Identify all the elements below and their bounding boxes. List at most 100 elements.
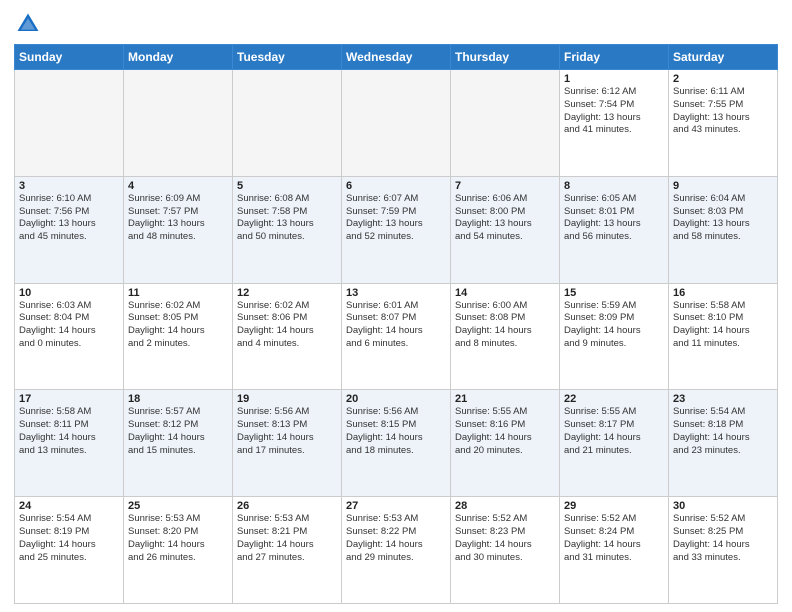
weekday-header-row: SundayMondayTuesdayWednesdayThursdayFrid…	[15, 45, 778, 70]
day-number: 5	[237, 180, 337, 192]
day-info: Sunrise: 5:53 AM Sunset: 8:22 PM Dayligh…	[346, 513, 446, 564]
calendar-week-row: 1Sunrise: 6:12 AM Sunset: 7:54 PM Daylig…	[15, 70, 778, 177]
calendar-cell	[15, 70, 124, 177]
calendar-cell: 25Sunrise: 5:53 AM Sunset: 8:20 PM Dayli…	[124, 497, 233, 604]
day-info: Sunrise: 6:07 AM Sunset: 7:59 PM Dayligh…	[346, 193, 446, 244]
day-number: 21	[455, 393, 555, 405]
calendar-cell	[233, 70, 342, 177]
day-info: Sunrise: 6:04 AM Sunset: 8:03 PM Dayligh…	[673, 193, 773, 244]
weekday-header-monday: Monday	[124, 45, 233, 70]
day-number: 10	[19, 287, 119, 299]
day-number: 1	[564, 73, 664, 85]
day-info: Sunrise: 6:06 AM Sunset: 8:00 PM Dayligh…	[455, 193, 555, 244]
day-info: Sunrise: 5:55 AM Sunset: 8:16 PM Dayligh…	[455, 406, 555, 457]
calendar-cell: 22Sunrise: 5:55 AM Sunset: 8:17 PM Dayli…	[560, 390, 669, 497]
calendar-cell: 20Sunrise: 5:56 AM Sunset: 8:15 PM Dayli…	[342, 390, 451, 497]
day-info: Sunrise: 6:00 AM Sunset: 8:08 PM Dayligh…	[455, 300, 555, 351]
day-info: Sunrise: 6:11 AM Sunset: 7:55 PM Dayligh…	[673, 86, 773, 137]
calendar-cell: 5Sunrise: 6:08 AM Sunset: 7:58 PM Daylig…	[233, 176, 342, 283]
calendar-week-row: 10Sunrise: 6:03 AM Sunset: 8:04 PM Dayli…	[15, 283, 778, 390]
day-number: 17	[19, 393, 119, 405]
day-number: 28	[455, 500, 555, 512]
day-number: 2	[673, 73, 773, 85]
day-number: 4	[128, 180, 228, 192]
day-number: 15	[564, 287, 664, 299]
logo	[14, 10, 44, 38]
calendar-cell: 18Sunrise: 5:57 AM Sunset: 8:12 PM Dayli…	[124, 390, 233, 497]
day-info: Sunrise: 5:59 AM Sunset: 8:09 PM Dayligh…	[564, 300, 664, 351]
calendar-cell: 21Sunrise: 5:55 AM Sunset: 8:16 PM Dayli…	[451, 390, 560, 497]
calendar-cell	[124, 70, 233, 177]
calendar-cell: 9Sunrise: 6:04 AM Sunset: 8:03 PM Daylig…	[669, 176, 778, 283]
day-info: Sunrise: 5:52 AM Sunset: 8:23 PM Dayligh…	[455, 513, 555, 564]
weekday-header-saturday: Saturday	[669, 45, 778, 70]
day-number: 30	[673, 500, 773, 512]
day-info: Sunrise: 6:03 AM Sunset: 8:04 PM Dayligh…	[19, 300, 119, 351]
weekday-header-thursday: Thursday	[451, 45, 560, 70]
calendar-cell: 15Sunrise: 5:59 AM Sunset: 8:09 PM Dayli…	[560, 283, 669, 390]
calendar-cell: 11Sunrise: 6:02 AM Sunset: 8:05 PM Dayli…	[124, 283, 233, 390]
day-number: 13	[346, 287, 446, 299]
day-number: 26	[237, 500, 337, 512]
calendar-cell: 28Sunrise: 5:52 AM Sunset: 8:23 PM Dayli…	[451, 497, 560, 604]
weekday-header-tuesday: Tuesday	[233, 45, 342, 70]
day-info: Sunrise: 5:53 AM Sunset: 8:21 PM Dayligh…	[237, 513, 337, 564]
calendar-cell: 8Sunrise: 6:05 AM Sunset: 8:01 PM Daylig…	[560, 176, 669, 283]
day-info: Sunrise: 5:52 AM Sunset: 8:24 PM Dayligh…	[564, 513, 664, 564]
day-number: 11	[128, 287, 228, 299]
calendar-cell: 2Sunrise: 6:11 AM Sunset: 7:55 PM Daylig…	[669, 70, 778, 177]
calendar-cell: 24Sunrise: 5:54 AM Sunset: 8:19 PM Dayli…	[15, 497, 124, 604]
calendar-cell: 16Sunrise: 5:58 AM Sunset: 8:10 PM Dayli…	[669, 283, 778, 390]
day-number: 9	[673, 180, 773, 192]
calendar-cell: 19Sunrise: 5:56 AM Sunset: 8:13 PM Dayli…	[233, 390, 342, 497]
day-number: 25	[128, 500, 228, 512]
day-info: Sunrise: 5:55 AM Sunset: 8:17 PM Dayligh…	[564, 406, 664, 457]
day-number: 8	[564, 180, 664, 192]
day-info: Sunrise: 5:57 AM Sunset: 8:12 PM Dayligh…	[128, 406, 228, 457]
calendar-cell: 6Sunrise: 6:07 AM Sunset: 7:59 PM Daylig…	[342, 176, 451, 283]
weekday-header-friday: Friday	[560, 45, 669, 70]
calendar-cell	[451, 70, 560, 177]
calendar-cell: 14Sunrise: 6:00 AM Sunset: 8:08 PM Dayli…	[451, 283, 560, 390]
day-number: 7	[455, 180, 555, 192]
page: SundayMondayTuesdayWednesdayThursdayFrid…	[0, 0, 792, 612]
calendar-week-row: 17Sunrise: 5:58 AM Sunset: 8:11 PM Dayli…	[15, 390, 778, 497]
day-number: 23	[673, 393, 773, 405]
day-info: Sunrise: 5:56 AM Sunset: 8:15 PM Dayligh…	[346, 406, 446, 457]
day-number: 12	[237, 287, 337, 299]
day-number: 18	[128, 393, 228, 405]
day-number: 19	[237, 393, 337, 405]
calendar-cell	[342, 70, 451, 177]
day-number: 29	[564, 500, 664, 512]
day-info: Sunrise: 5:54 AM Sunset: 8:19 PM Dayligh…	[19, 513, 119, 564]
day-info: Sunrise: 5:58 AM Sunset: 8:10 PM Dayligh…	[673, 300, 773, 351]
calendar-cell: 3Sunrise: 6:10 AM Sunset: 7:56 PM Daylig…	[15, 176, 124, 283]
calendar-cell: 23Sunrise: 5:54 AM Sunset: 8:18 PM Dayli…	[669, 390, 778, 497]
day-info: Sunrise: 5:52 AM Sunset: 8:25 PM Dayligh…	[673, 513, 773, 564]
day-number: 24	[19, 500, 119, 512]
weekday-header-wednesday: Wednesday	[342, 45, 451, 70]
calendar-cell: 26Sunrise: 5:53 AM Sunset: 8:21 PM Dayli…	[233, 497, 342, 604]
calendar-cell: 10Sunrise: 6:03 AM Sunset: 8:04 PM Dayli…	[15, 283, 124, 390]
calendar-cell: 7Sunrise: 6:06 AM Sunset: 8:00 PM Daylig…	[451, 176, 560, 283]
day-number: 22	[564, 393, 664, 405]
day-number: 14	[455, 287, 555, 299]
day-info: Sunrise: 6:09 AM Sunset: 7:57 PM Dayligh…	[128, 193, 228, 244]
calendar-week-row: 24Sunrise: 5:54 AM Sunset: 8:19 PM Dayli…	[15, 497, 778, 604]
day-info: Sunrise: 5:58 AM Sunset: 8:11 PM Dayligh…	[19, 406, 119, 457]
calendar-cell: 30Sunrise: 5:52 AM Sunset: 8:25 PM Dayli…	[669, 497, 778, 604]
day-info: Sunrise: 6:02 AM Sunset: 8:06 PM Dayligh…	[237, 300, 337, 351]
calendar-cell: 27Sunrise: 5:53 AM Sunset: 8:22 PM Dayli…	[342, 497, 451, 604]
calendar-cell: 12Sunrise: 6:02 AM Sunset: 8:06 PM Dayli…	[233, 283, 342, 390]
day-info: Sunrise: 6:01 AM Sunset: 8:07 PM Dayligh…	[346, 300, 446, 351]
calendar-cell: 13Sunrise: 6:01 AM Sunset: 8:07 PM Dayli…	[342, 283, 451, 390]
calendar-cell: 29Sunrise: 5:52 AM Sunset: 8:24 PM Dayli…	[560, 497, 669, 604]
day-info: Sunrise: 5:54 AM Sunset: 8:18 PM Dayligh…	[673, 406, 773, 457]
calendar-week-row: 3Sunrise: 6:10 AM Sunset: 7:56 PM Daylig…	[15, 176, 778, 283]
header	[14, 10, 778, 38]
day-info: Sunrise: 6:02 AM Sunset: 8:05 PM Dayligh…	[128, 300, 228, 351]
logo-icon	[14, 10, 42, 38]
calendar-cell: 1Sunrise: 6:12 AM Sunset: 7:54 PM Daylig…	[560, 70, 669, 177]
calendar-cell: 17Sunrise: 5:58 AM Sunset: 8:11 PM Dayli…	[15, 390, 124, 497]
day-info: Sunrise: 6:10 AM Sunset: 7:56 PM Dayligh…	[19, 193, 119, 244]
